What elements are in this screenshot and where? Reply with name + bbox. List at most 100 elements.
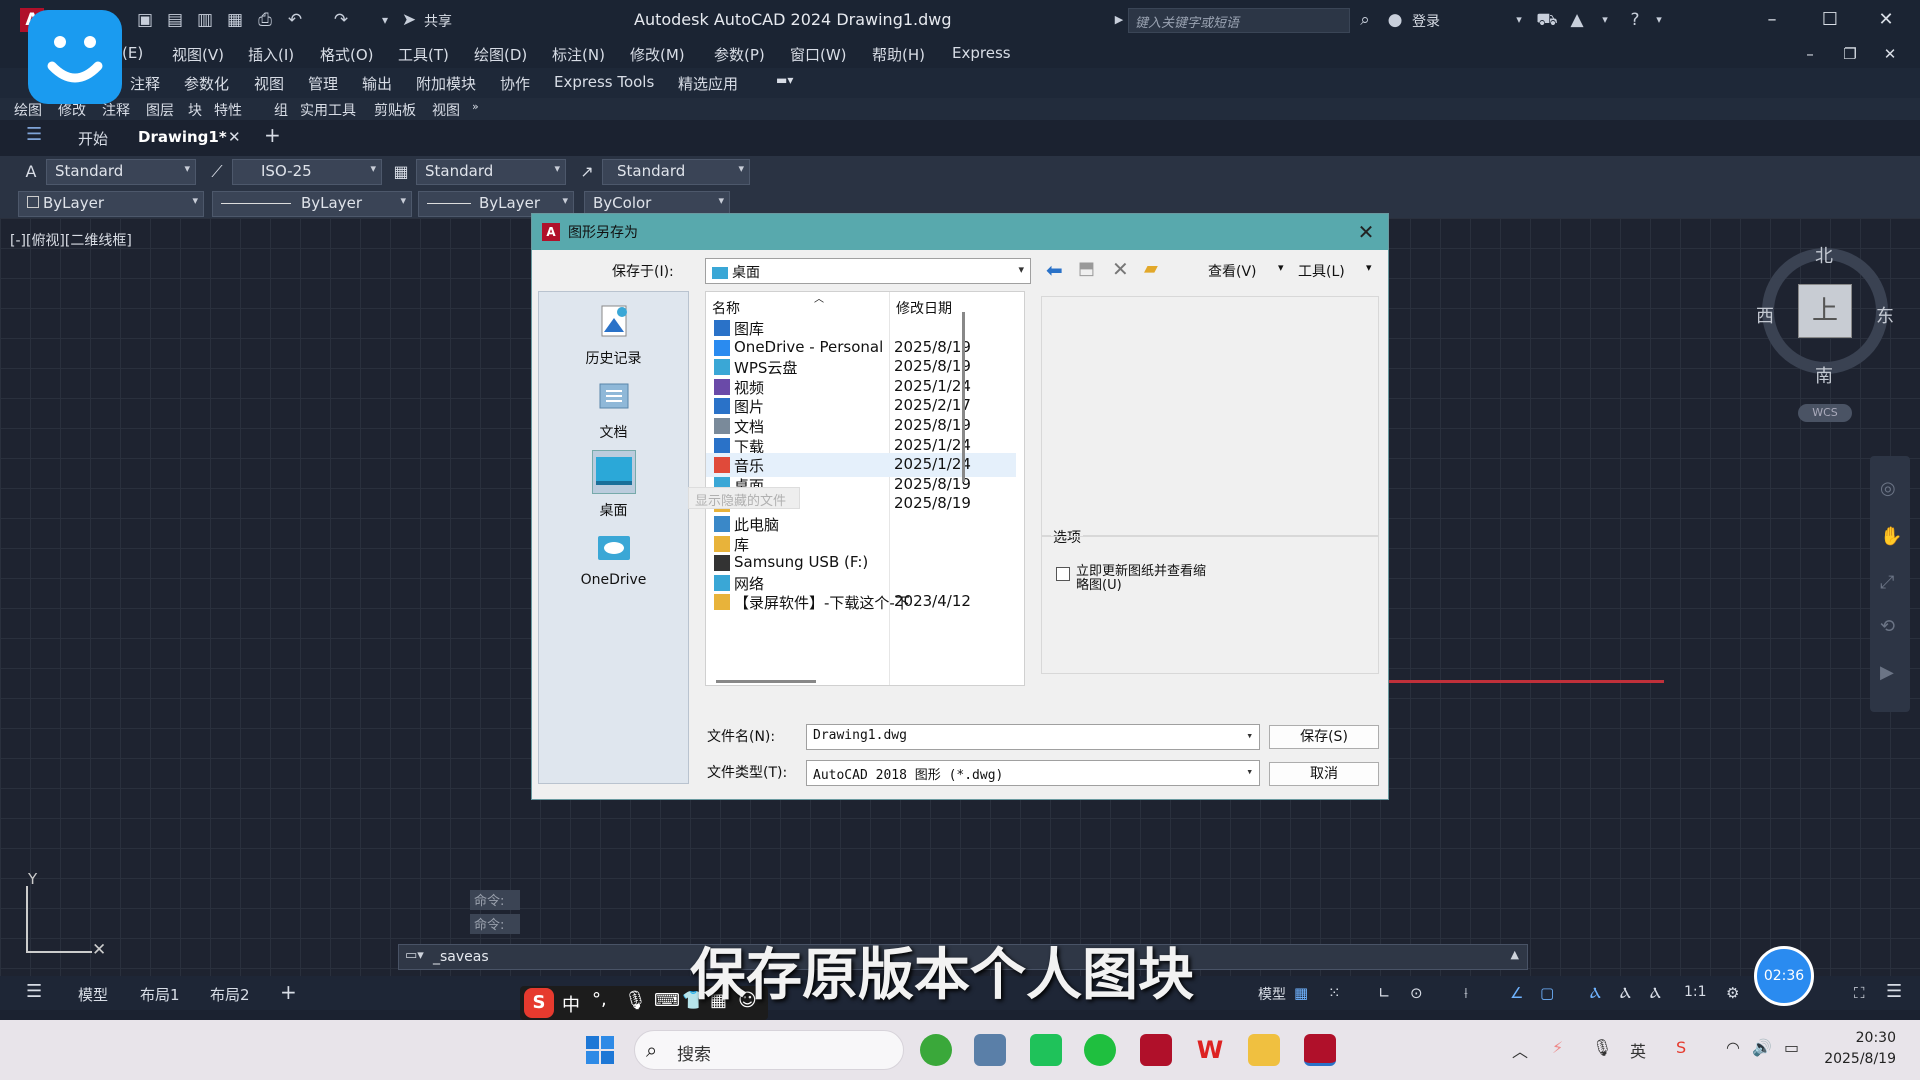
sogou-logo-icon[interactable]: S xyxy=(524,988,554,1018)
showmotion-icon[interactable]: ▶ xyxy=(1880,662,1894,683)
place-history[interactable]: 历史记录 xyxy=(539,302,688,368)
undo-icon[interactable]: ↶ xyxy=(284,8,306,32)
help-icon[interactable]: ? xyxy=(1624,8,1646,32)
user-icon[interactable]: ● xyxy=(1384,8,1406,32)
share-label[interactable]: 共享 xyxy=(424,11,452,31)
chevron-down-icon[interactable]: ▾ xyxy=(1648,8,1670,32)
snap-icon[interactable]: ⁙ xyxy=(1328,984,1341,1002)
tab-parametric[interactable]: 参数化 xyxy=(184,73,229,94)
recording-timer[interactable]: 02:36 xyxy=(1754,946,1814,1006)
fullscreen-icon[interactable]: ⛶ xyxy=(1854,984,1865,1002)
command-input[interactable]: _saveas xyxy=(433,949,489,965)
menu-modify[interactable]: 修改(M) xyxy=(630,44,685,65)
menu-draw[interactable]: 绘图(D) xyxy=(474,44,527,65)
plot-icon[interactable]: ▦ xyxy=(224,8,246,32)
polar-icon[interactable]: ⊙ xyxy=(1410,984,1423,1002)
battery-icon[interactable]: ▭ xyxy=(1784,1038,1799,1057)
doc-close-icon[interactable]: ✕ xyxy=(1870,40,1910,68)
back-arrow-icon[interactable]: ⬅ xyxy=(1046,258,1063,282)
edge-icon[interactable] xyxy=(920,1034,952,1066)
annotation-visibility-icon[interactable]: Ⲁ xyxy=(1590,984,1601,1002)
menu-tools[interactable]: 工具(T) xyxy=(398,44,449,65)
viewcube-north[interactable]: 北 xyxy=(1815,242,1833,268)
delete-icon[interactable]: ✕ xyxy=(1112,257,1129,281)
print-icon[interactable]: ⎙ xyxy=(254,8,276,32)
panel-layers[interactable]: 图层 xyxy=(146,100,174,120)
viewport-label[interactable]: [-][俯视][二维线框] xyxy=(10,230,132,250)
tray-sogou-icon[interactable]: S xyxy=(1676,1038,1686,1057)
save-icon[interactable]: ▣ xyxy=(134,8,156,32)
up-folder-icon[interactable]: ⬒ xyxy=(1078,258,1095,279)
maximize-icon[interactable]: ☐ xyxy=(1810,6,1850,34)
menu-hamburger-icon[interactable]: ☰ xyxy=(26,124,42,145)
panel-expand-icon[interactable]: » xyxy=(472,100,479,113)
share-icon[interactable]: ➤ xyxy=(398,8,420,32)
save-in-select[interactable]: 桌面 ▾ xyxy=(705,258,1031,284)
linetype-select[interactable]: ByLayer ▾ xyxy=(212,191,412,217)
viewcube-south[interactable]: 南 xyxy=(1815,362,1833,388)
calculator-icon[interactable] xyxy=(974,1034,1006,1066)
tray-ime-icon[interactable]: 英 xyxy=(1630,1038,1646,1062)
menu-help[interactable]: 帮助(H) xyxy=(872,44,925,65)
zoom-extents-icon[interactable]: ⤢ xyxy=(1880,572,1894,593)
tab-featured-apps[interactable]: 精选应用 xyxy=(678,73,738,94)
tab-view[interactable]: 视图 xyxy=(254,73,284,94)
menu-format[interactable]: 格式(O) xyxy=(320,44,374,65)
orbit-icon[interactable]: ⟲ xyxy=(1880,616,1895,637)
horizontal-scrollbar[interactable] xyxy=(716,680,816,683)
autocad-active-taskbar-icon[interactable] xyxy=(1304,1034,1336,1066)
save-button[interactable]: 保存(S) xyxy=(1269,725,1379,749)
filetype-select[interactable]: AutoCAD 2018 图形 (*.dwg) ▾ xyxy=(806,760,1260,786)
taskbar-search-input[interactable]: 搜索 xyxy=(634,1030,904,1070)
publish-icon[interactable]: ▥ xyxy=(194,8,216,32)
app-green-icon[interactable] xyxy=(1030,1034,1062,1066)
search-input[interactable]: 键入关键字或短语 xyxy=(1128,8,1350,33)
cart-icon[interactable]: ⛟ xyxy=(1536,8,1558,32)
file-row[interactable]: 【录屏软件】-下载这个-下 2023/4/12 xyxy=(706,590,1016,614)
steering-wheel-icon[interactable]: ◎ xyxy=(1880,478,1896,499)
doc-restore-icon[interactable]: ❐ xyxy=(1830,40,1870,68)
command-prompt-icon[interactable]: ▭▾ xyxy=(405,948,424,963)
mleader-style-select[interactable]: Standard ▾ xyxy=(602,159,750,185)
workspace-gear-icon[interactable]: ⚙ xyxy=(1726,984,1739,1002)
tab-manage[interactable]: 管理 xyxy=(308,73,338,94)
update-thumbnail-checkbox[interactable] xyxy=(1056,567,1070,581)
customization-menu-icon[interactable]: ☰ xyxy=(1886,981,1902,1002)
search-icon[interactable]: ⌕ xyxy=(1354,8,1376,32)
chevron-down-icon[interactable]: ▾ xyxy=(1278,261,1284,274)
windows-start-icon[interactable] xyxy=(584,1034,616,1066)
column-name-header[interactable]: 名称 xyxy=(712,298,740,318)
doc-minimize-icon[interactable]: – xyxy=(1790,40,1830,68)
dialog-close-icon[interactable]: ✕ xyxy=(1352,218,1380,246)
panel-utilities[interactable]: 实用工具 xyxy=(300,100,356,120)
microphone-icon[interactable]: 🎙 xyxy=(624,990,647,1011)
place-documents[interactable]: 文档 xyxy=(539,376,688,442)
menu-dimension[interactable]: 标注(N) xyxy=(552,44,605,65)
viewcube-east[interactable]: 东 xyxy=(1876,302,1894,328)
chevron-down-icon[interactable]: ▾ xyxy=(1366,261,1372,274)
tab-start[interactable]: 开始 xyxy=(78,128,108,149)
dim-style-select[interactable]: ISO-25 ▾ xyxy=(232,159,382,185)
panel-clipboard[interactable]: 剪贴板 xyxy=(374,100,416,120)
ribbon-toggle-icon[interactable]: ▬▾ xyxy=(776,73,793,87)
autocad-taskbar-icon[interactable] xyxy=(1140,1034,1172,1066)
chevron-down-icon[interactable]: ▾ xyxy=(374,8,396,32)
auto-scale-icon[interactable]: Ⲁ xyxy=(1620,984,1631,1002)
view-menu[interactable]: 查看(V) xyxy=(1208,261,1257,281)
annotation-scale-icon[interactable]: Ⲁ xyxy=(1650,984,1661,1002)
redo-icon[interactable]: ↷ xyxy=(330,8,352,32)
object-snap-icon[interactable]: ▢ xyxy=(1540,984,1554,1002)
chevron-right-icon[interactable]: ▶ xyxy=(1108,8,1130,32)
cancel-button[interactable]: 取消 xyxy=(1269,762,1379,786)
tab-express-tools[interactable]: Express Tools xyxy=(554,73,654,91)
tab-close-icon[interactable]: ✕ xyxy=(228,128,241,146)
menu-edit[interactable]: (E) xyxy=(122,44,143,62)
panel-block[interactable]: 块 xyxy=(188,100,202,120)
dialog-title-bar[interactable]: A 图形另存为 ✕ xyxy=(532,214,1388,250)
ime-mode[interactable]: 中 xyxy=(562,991,580,1017)
update-thumbnail-label[interactable]: 立即更新图纸并查看缩略图(U) xyxy=(1076,565,1216,593)
annotation-scale-value[interactable]: 1:1 xyxy=(1684,984,1707,1000)
add-layout-icon[interactable]: + xyxy=(280,980,297,1004)
tab-drawing1[interactable]: Drawing1* xyxy=(138,128,227,146)
text-style-select[interactable]: Standard ▾ xyxy=(46,159,196,185)
